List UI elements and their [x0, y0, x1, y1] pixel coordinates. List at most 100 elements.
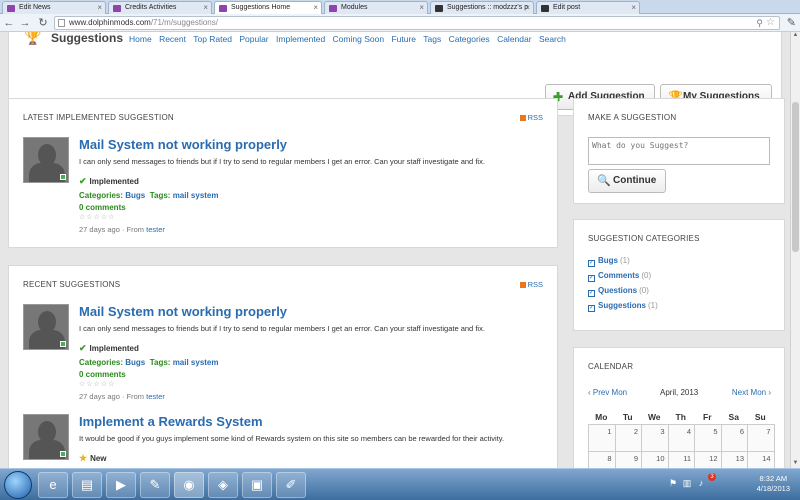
- calendar-weekdays: Mo Tu We Th Fr Sa Su: [588, 412, 774, 422]
- comments-link[interactable]: 0 comments: [79, 203, 126, 212]
- category-item-suggestions[interactable]: ✓ Suggestions (1): [588, 301, 658, 316]
- nav-recent[interactable]: Recent: [159, 34, 186, 44]
- scroll-down-icon[interactable]: ▼: [792, 460, 799, 468]
- notification-badge[interactable]: 3: [708, 473, 716, 481]
- tab-close-icon[interactable]: ×: [313, 2, 318, 14]
- rating-stars[interactable]: ☆☆☆☆☆: [79, 213, 115, 221]
- nav-categories[interactable]: Categories: [449, 34, 490, 44]
- calendar-day[interactable]: 9: [614, 451, 642, 468]
- paint-icon[interactable]: ✐: [276, 472, 306, 498]
- calendar-day[interactable]: 14: [747, 451, 775, 468]
- media-player-icon[interactable]: ▶: [106, 472, 136, 498]
- category-item-bugs[interactable]: ✓ Bugs (1): [588, 256, 658, 271]
- status-label: New: [90, 454, 107, 463]
- folder-icon[interactable]: ▤: [72, 472, 102, 498]
- tab-edit-post[interactable]: Edit post ×: [536, 1, 640, 14]
- nav-future[interactable]: Future: [391, 34, 416, 44]
- tab-favicon-icon: [541, 5, 549, 12]
- continue-button[interactable]: 🔍 Continue: [588, 169, 666, 193]
- clock-time: 8:32 AM: [759, 474, 788, 483]
- tab-close-icon[interactable]: ×: [419, 2, 424, 14]
- calendar-day[interactable]: 11: [667, 451, 695, 468]
- calendar-day[interactable]: 12: [694, 451, 722, 468]
- calendar-day[interactable]: 5: [694, 424, 722, 452]
- prev-month-link[interactable]: ‹ Prev Mon: [588, 388, 627, 397]
- calendar-day[interactable]: 2: [614, 424, 642, 452]
- calendar-day[interactable]: 6: [720, 424, 748, 452]
- reload-icon[interactable]: ↻: [36, 16, 50, 30]
- suggestion-title-link[interactable]: Mail System not working properly: [79, 304, 287, 319]
- browser-toolbar: ← → ↻ www.dolphinmods.com/71/m/suggestio…: [0, 14, 800, 32]
- avatar-body: [29, 330, 65, 349]
- back-arrow-icon[interactable]: ←: [2, 16, 16, 30]
- comments-link[interactable]: 0 comments: [79, 370, 126, 379]
- checkbox-icon: ✓: [588, 305, 595, 312]
- zoom-icon[interactable]: ⚲: [756, 17, 763, 29]
- app-icon[interactable]: ◈: [208, 472, 238, 498]
- rss-link[interactable]: RSS: [519, 113, 543, 122]
- category-item-questions[interactable]: ✓ Questions (0): [588, 286, 658, 301]
- author-link[interactable]: tester: [146, 225, 165, 234]
- tab-suggestions-modzzz[interactable]: Suggestions :: modzzz's p ×: [430, 1, 534, 14]
- calendar-day[interactable]: 8: [588, 451, 616, 468]
- nav-implemented[interactable]: Implemented: [276, 34, 325, 44]
- wrench-menu-icon[interactable]: ✎: [787, 16, 796, 29]
- calendar-day[interactable]: 7: [747, 424, 775, 452]
- start-button[interactable]: [4, 471, 32, 499]
- tag-link[interactable]: mail system: [173, 358, 219, 367]
- tab-credits-activities[interactable]: Credits Activities ×: [108, 1, 212, 14]
- category-link[interactable]: Bugs: [125, 358, 145, 367]
- forward-arrow-icon[interactable]: →: [18, 16, 32, 30]
- tab-edit-news[interactable]: Edit News ×: [2, 1, 106, 14]
- nav-coming-soon[interactable]: Coming Soon: [333, 34, 385, 44]
- tag-link[interactable]: mail system: [173, 191, 219, 200]
- tray-flag-icon[interactable]: ⚑: [668, 478, 678, 488]
- avatar-body: [29, 440, 65, 459]
- nav-top-rated[interactable]: Top Rated: [193, 34, 232, 44]
- avatar[interactable]: [23, 137, 69, 183]
- calendar-day[interactable]: 3: [641, 424, 669, 452]
- avatar[interactable]: [23, 304, 69, 350]
- nav-search[interactable]: Search: [539, 34, 566, 44]
- category-item-comments[interactable]: ✓ Comments (0): [588, 271, 658, 286]
- tab-close-icon[interactable]: ×: [631, 2, 636, 14]
- category-link[interactable]: Bugs: [125, 191, 145, 200]
- rss-label: RSS: [527, 280, 543, 289]
- calendar-day[interactable]: 13: [720, 451, 748, 468]
- next-month-link[interactable]: Next Mon ›: [732, 388, 771, 397]
- system-clock[interactable]: 8:32 AM 4/18/2013: [757, 474, 790, 494]
- ie-icon[interactable]: e: [38, 472, 68, 498]
- bookmark-star-icon[interactable]: ☆: [766, 17, 775, 29]
- tray-volume-icon[interactable]: ♪: [696, 478, 706, 488]
- author-link[interactable]: tester: [146, 392, 165, 401]
- tab-suggestions-home[interactable]: Suggestions Home ×: [214, 1, 322, 14]
- chrome-icon[interactable]: ◉: [174, 472, 204, 498]
- tool-icon[interactable]: ✎: [140, 472, 170, 498]
- scroll-up-icon[interactable]: ▲: [792, 32, 799, 40]
- address-bar[interactable]: www.dolphinmods.com/71/m/suggestions/ ⚲ …: [54, 16, 780, 30]
- tab-close-icon[interactable]: ×: [525, 2, 530, 14]
- suggestion-title-link[interactable]: Mail System not working properly: [79, 137, 287, 152]
- rating-stars[interactable]: ☆☆☆☆☆: [79, 380, 115, 388]
- window-icon[interactable]: ▣: [242, 472, 272, 498]
- tray-network-icon[interactable]: ▥: [682, 478, 692, 488]
- rss-link[interactable]: RSS: [519, 280, 543, 289]
- nav-tags[interactable]: Tags: [423, 34, 441, 44]
- calendar-day[interactable]: 10: [641, 451, 669, 468]
- tab-modules[interactable]: Modules ×: [324, 1, 428, 14]
- scrollbar-thumb[interactable]: [792, 102, 799, 252]
- nav-popular[interactable]: Popular: [239, 34, 268, 44]
- nav-calendar[interactable]: Calendar: [497, 34, 532, 44]
- suggestion-title-link[interactable]: Implement a Rewards System: [79, 414, 263, 429]
- category-name: Suggestions: [598, 301, 647, 310]
- nav-home[interactable]: Home: [129, 34, 152, 44]
- tab-close-icon[interactable]: ×: [97, 2, 102, 14]
- list-item: Mail System not working properly I can o…: [23, 137, 543, 237]
- calendar-day[interactable]: 1: [588, 424, 616, 452]
- suggestion-input[interactable]: [588, 137, 770, 165]
- calendar-day[interactable]: 4: [667, 424, 695, 452]
- tab-close-icon[interactable]: ×: [203, 2, 208, 14]
- avatar[interactable]: [23, 414, 69, 460]
- page-scrollbar[interactable]: ▲ ▼: [790, 32, 800, 468]
- category-name: Comments: [598, 271, 640, 280]
